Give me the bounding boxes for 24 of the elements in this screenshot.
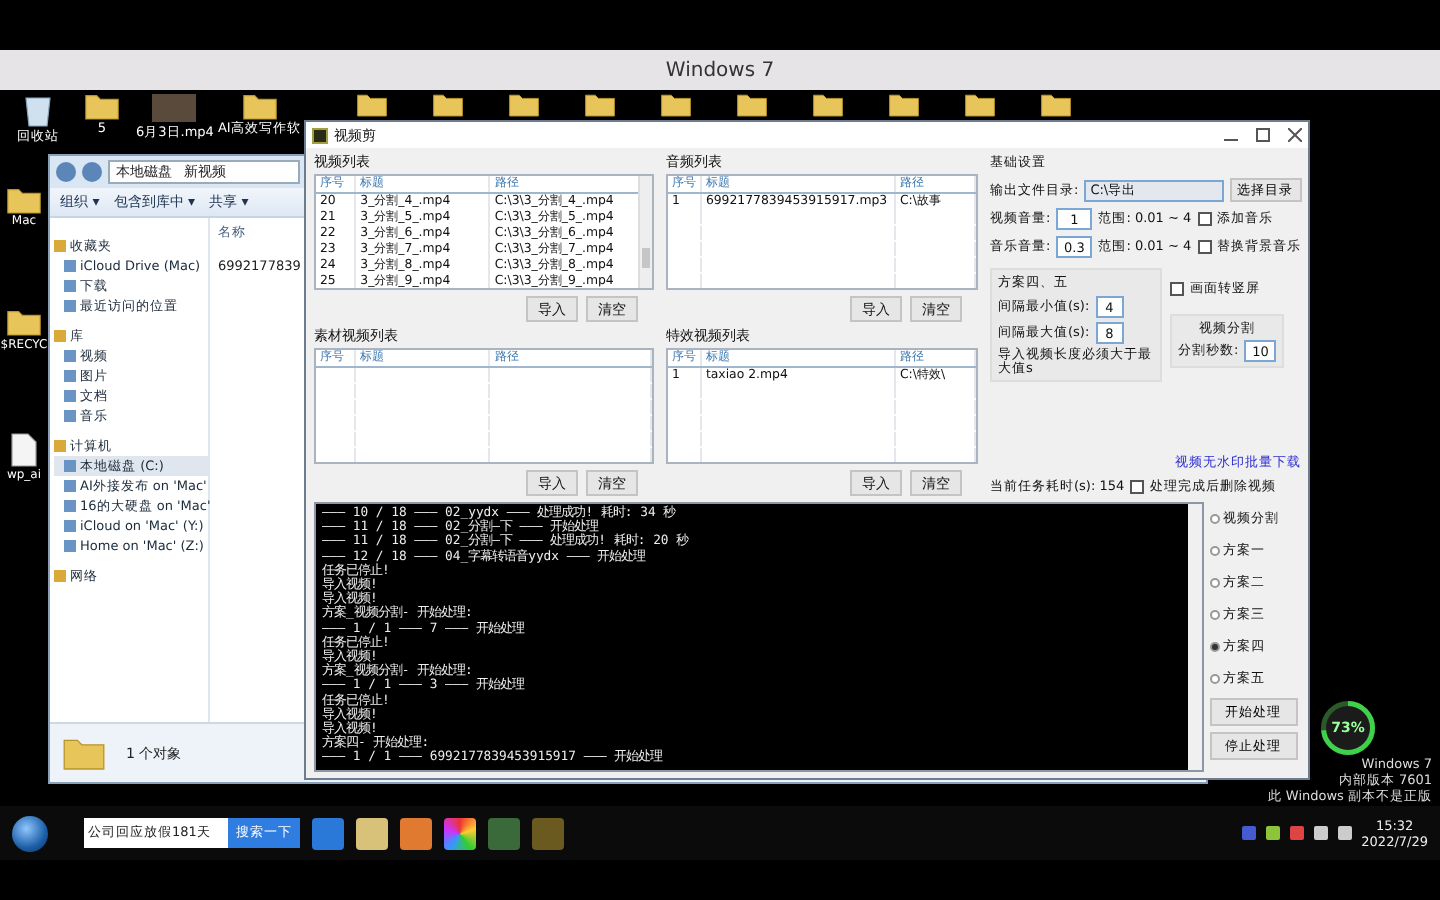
checkbox[interactable]: [1170, 282, 1184, 296]
radio-icon[interactable]: [1209, 514, 1220, 524]
radio-icon[interactable]: [1209, 546, 1220, 556]
close-icon[interactable]: [1288, 128, 1302, 142]
scrollbar[interactable]: [1187, 504, 1202, 770]
back-icon[interactable]: [56, 162, 76, 182]
location-icon: [54, 570, 66, 582]
maximize-icon[interactable]: [1256, 128, 1270, 142]
radio-icon[interactable]: [1209, 674, 1220, 684]
radio-icon[interactable]: [1209, 578, 1220, 588]
forward-icon[interactable]: [82, 162, 102, 182]
checkbox[interactable]: [1197, 212, 1212, 226]
app-icon[interactable]: [444, 817, 476, 849]
start-button[interactable]: [12, 815, 48, 851]
video-thumbnail-icon[interactable]: [152, 92, 197, 124]
scrollbar[interactable]: [638, 176, 652, 288]
checkbox[interactable]: [1130, 480, 1145, 494]
checkbox[interactable]: [1197, 240, 1212, 254]
file-icon[interactable]: [10, 431, 38, 468]
radio-icon[interactable]: [1209, 610, 1220, 620]
recycle-bin-icon[interactable]: [22, 92, 54, 128]
window-title: Windows 7: [665, 59, 775, 81]
app-logo-icon: [312, 127, 328, 143]
radio-icon[interactable]: [1209, 642, 1220, 652]
